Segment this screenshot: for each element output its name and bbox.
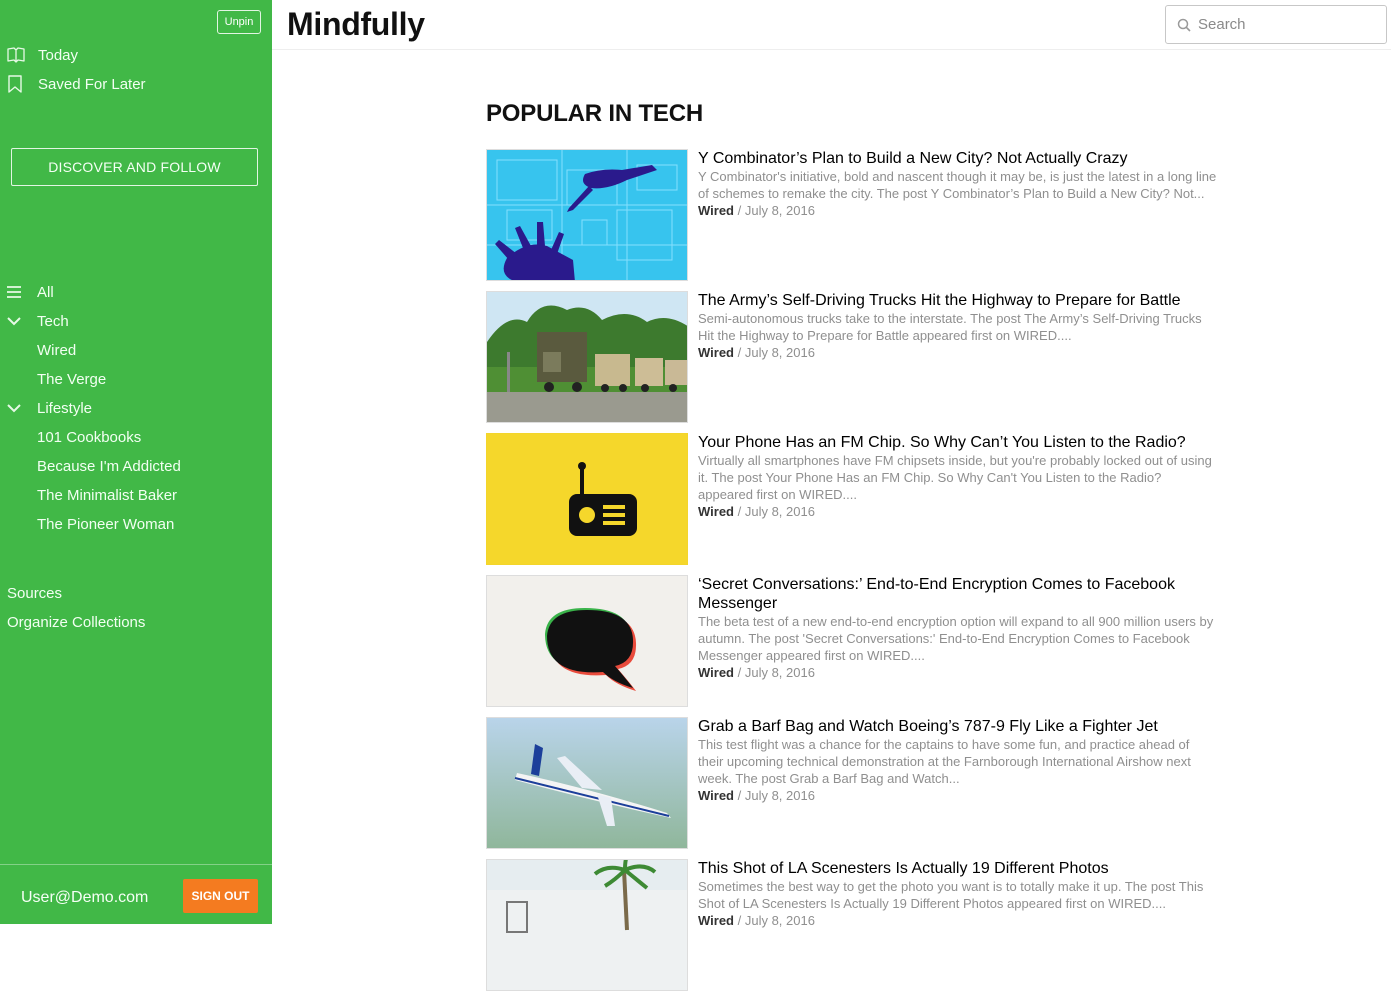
sidebar: Unpin Today Saved For Later DISCOVER AND… <box>0 0 272 924</box>
unpin-button[interactable]: Unpin <box>217 10 261 34</box>
article-excerpt: Virtually all smartphones have FM chipse… <box>698 453 1212 502</box>
discover-and-follow-button[interactable]: DISCOVER AND FOLLOW <box>11 148 258 186</box>
nav-item-saved-for-later[interactable]: Saved For Later <box>0 71 146 97</box>
article-title[interactable]: The Army’s Self-Driving Trucks Hit the H… <box>698 291 1218 310</box>
source-item-the-minimalist-baker[interactable]: The Minimalist Baker <box>37 483 177 507</box>
article-text: This Shot of LA Scenesters Is Actually 1… <box>698 859 1218 929</box>
source-item-the-pioneer-woman[interactable]: The Pioneer Woman <box>37 512 174 536</box>
radio-icon <box>487 434 687 564</box>
article-card[interactable]: Grab a Barf Bag and Watch Boeing’s 787-9… <box>486 717 1226 849</box>
search-icon <box>1166 18 1198 32</box>
source-item-wired[interactable]: Wired <box>37 338 76 362</box>
article-meta: Wired / July 8, 2016 <box>698 664 1218 681</box>
article-text: Y Combinator’s Plan to Build a New City?… <box>698 149 1218 219</box>
article-thumbnail <box>486 433 688 565</box>
article-thumbnail <box>486 149 688 281</box>
article-thumbnail <box>486 859 688 991</box>
article-date: / July 8, 2016 <box>734 913 815 928</box>
article-excerpt: Semi-autonomous trucks take to the inter… <box>698 311 1202 343</box>
article-date: / July 8, 2016 <box>734 203 815 218</box>
collection-label: Tech <box>37 312 69 330</box>
chevron-down-icon <box>0 316 37 326</box>
article-card[interactable]: The Army’s Self-Driving Trucks Hit the H… <box>486 291 1226 423</box>
sign-out-button[interactable]: SIGN OUT <box>183 879 258 913</box>
source-item-the-verge[interactable]: The Verge <box>37 367 106 391</box>
collection-group-tech[interactable]: Tech <box>0 309 69 333</box>
article-source: Wired <box>698 203 734 218</box>
app-title: Mindfully <box>287 6 425 42</box>
article-title[interactable]: Y Combinator’s Plan to Build a New City?… <box>698 149 1218 168</box>
collection-group-lifestyle[interactable]: Lifestyle <box>0 396 92 420</box>
article-source: Wired <box>698 345 734 360</box>
article-card[interactable]: ‘Secret Conversations:’ End-to-End Encry… <box>486 575 1226 707</box>
user-email: User@Demo.com <box>21 889 149 906</box>
section-title: POPULAR IN TECH <box>486 100 704 127</box>
article-text: Your Phone Has an FM Chip. So Why Can’t … <box>698 433 1218 520</box>
hamburger-icon <box>0 286 37 298</box>
article-text: ‘Secret Conversations:’ End-to-End Encry… <box>698 575 1218 681</box>
article-title[interactable]: Your Phone Has an FM Chip. So Why Can’t … <box>698 433 1218 452</box>
collection-label: Lifestyle <box>37 399 93 417</box>
article-title[interactable]: This Shot of LA Scenesters Is Actually 1… <box>698 859 1218 878</box>
sources-link[interactable]: Sources <box>7 585 62 602</box>
search-box[interactable] <box>1165 5 1387 44</box>
nav-item-label: Saved For Later <box>38 75 146 93</box>
nav-item-today[interactable]: Today <box>0 42 78 68</box>
article-source: Wired <box>698 504 734 519</box>
article-date: / July 8, 2016 <box>734 345 815 360</box>
chevron-down-icon <box>0 403 37 413</box>
article-card[interactable]: This Shot of LA Scenesters Is Actually 1… <box>486 859 1226 991</box>
article-date: / July 8, 2016 <box>734 665 815 680</box>
article-thumbnail <box>486 575 688 707</box>
article-meta: Wired / July 8, 2016 <box>698 787 1218 804</box>
top-bar: Mindfully <box>272 0 1391 50</box>
article-source: Wired <box>698 913 734 928</box>
article-card[interactable]: Y Combinator’s Plan to Build a New City?… <box>486 149 1226 281</box>
collection-all[interactable]: All <box>0 280 54 304</box>
article-meta: Wired / July 8, 2016 <box>698 912 1218 929</box>
article-source: Wired <box>698 665 734 680</box>
source-item-because-im-addicted[interactable]: Because I'm Addicted <box>37 454 181 478</box>
article-date: / July 8, 2016 <box>734 504 815 519</box>
article-text: The Army’s Self-Driving Trucks Hit the H… <box>698 291 1218 361</box>
article-meta: Wired / July 8, 2016 <box>698 344 1218 361</box>
article-title[interactable]: ‘Secret Conversations:’ End-to-End Encry… <box>698 575 1218 613</box>
article-source: Wired <box>698 788 734 803</box>
article-meta: Wired / July 8, 2016 <box>698 503 1218 520</box>
search-input[interactable] <box>1198 16 1368 33</box>
article-thumbnail <box>486 291 688 423</box>
book-open-icon <box>0 47 38 63</box>
article-excerpt: Sometimes the best way to get the photo … <box>698 879 1204 911</box>
article-thumbnail <box>486 717 688 849</box>
source-item-101-cookbooks[interactable]: 101 Cookbooks <box>37 425 141 449</box>
article-card[interactable]: Your Phone Has an FM Chip. So Why Can’t … <box>486 433 1226 565</box>
article-text: Grab a Barf Bag and Watch Boeing’s 787-9… <box>698 717 1218 804</box>
speech-bubble-icon <box>487 576 687 706</box>
collection-label: All <box>37 283 54 301</box>
article-excerpt: Y Combinator's initiative, bold and nasc… <box>698 169 1217 201</box>
article-date: / July 8, 2016 <box>734 788 815 803</box>
sidebar-footer: User@Demo.com SIGN OUT <box>0 864 272 924</box>
nav-item-label: Today <box>38 46 79 64</box>
article-excerpt: This test flight was a chance for the ca… <box>698 737 1191 786</box>
article-title[interactable]: Grab a Barf Bag and Watch Boeing’s 787-9… <box>698 717 1218 736</box>
bookmark-icon <box>0 75 38 93</box>
article-excerpt: The beta test of a new end-to-end encryp… <box>698 614 1214 663</box>
article-meta: Wired / July 8, 2016 <box>698 202 1218 219</box>
organize-collections-link[interactable]: Organize Collections <box>7 614 145 631</box>
